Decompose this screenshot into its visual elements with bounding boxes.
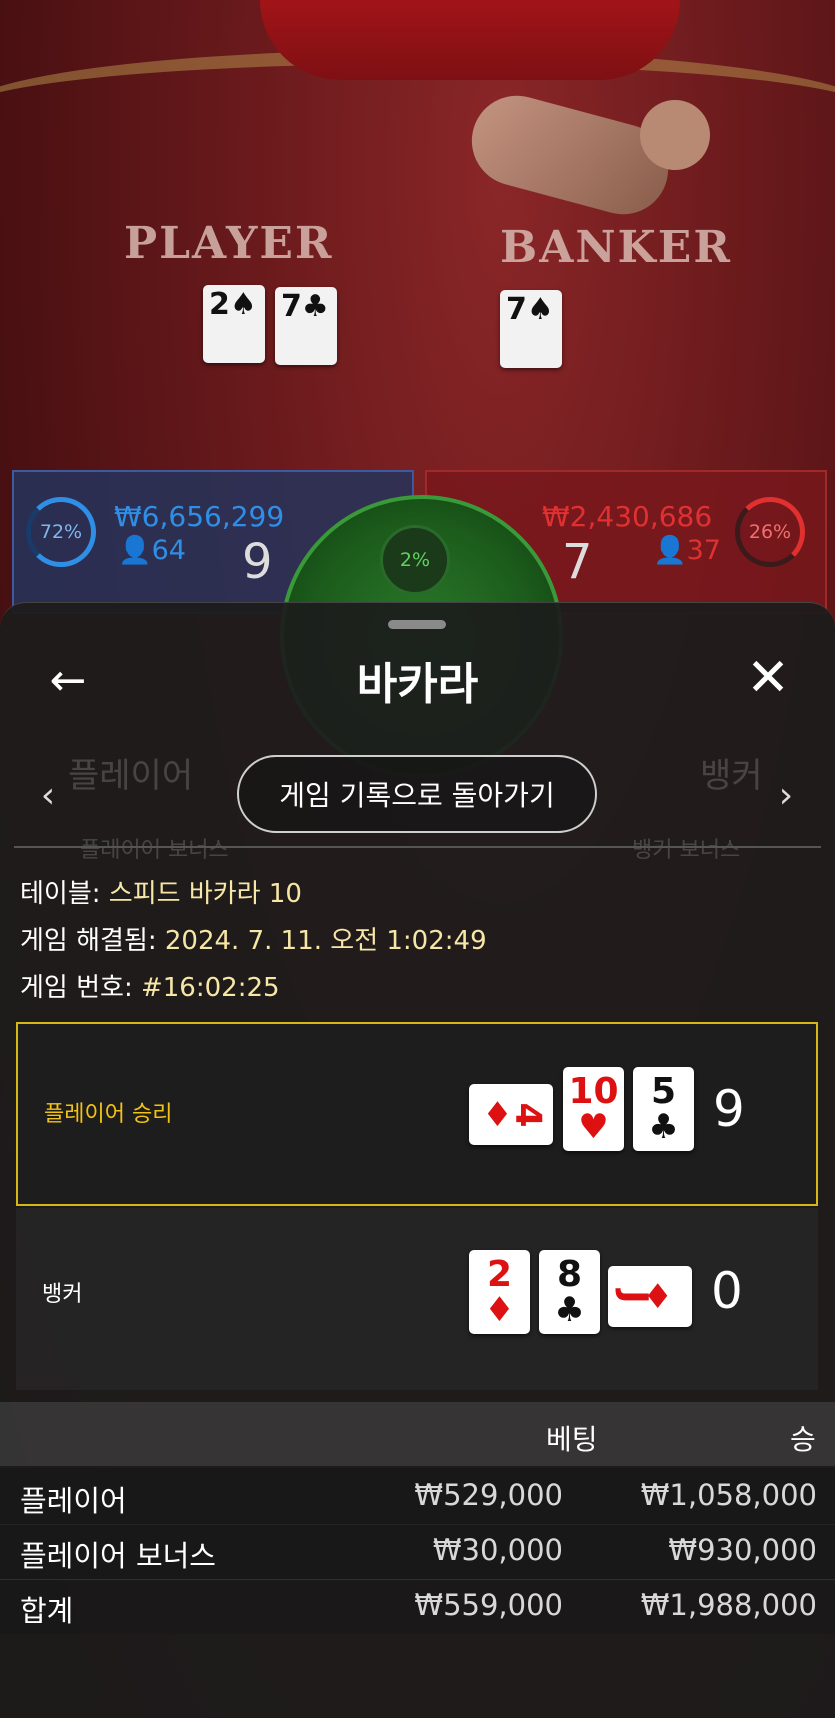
bet-name: 플레이어 보너스 [20, 1539, 216, 1573]
banker-score: 7 [562, 534, 593, 590]
back-to-history-button[interactable]: 게임 기록으로 돌아가기 [237, 755, 597, 833]
banker-label: 뱅커 [42, 1282, 83, 1307]
win-amount: ₩1,988,000 [640, 1588, 817, 1622]
playing-card: J ♦ [608, 1266, 692, 1327]
user-icon: 👤 [653, 535, 687, 566]
bet-amount: ₩559,000 [414, 1588, 563, 1622]
chevron-right-icon[interactable]: › [766, 770, 806, 820]
ghost-banker-tab: 뱅커 [700, 756, 763, 796]
felt-player-label: PLAYER [124, 218, 334, 269]
playing-card: 2 ♦ [469, 1250, 530, 1334]
player-total: 9 [713, 1080, 745, 1138]
sheet-title: 바카라 [356, 659, 479, 710]
tie-percent: 2% [380, 525, 450, 595]
bets-table-header [0, 1402, 835, 1466]
felt-card: 7♣ [275, 287, 337, 365]
player-bettors: 👤64 [118, 535, 186, 566]
table-row: 플레이어 ₩529,000 ₩1,058,000 [0, 1468, 835, 1525]
banker-total-bets: ₩2,430,686 [542, 500, 713, 533]
table-row: 플레이어 보너스 ₩30,000 ₩930,000 [0, 1523, 835, 1580]
user-icon: 👤 [118, 535, 152, 566]
divider [14, 846, 821, 848]
resolved-time: 2024. 7. 11. 오전 1:02:49 [164, 926, 487, 956]
banker-bettors: 👤37 [653, 535, 721, 566]
dealer-hand [640, 100, 710, 170]
playing-card: 8 ♣ [539, 1250, 600, 1334]
bet-name: 플레이어 [20, 1484, 127, 1518]
player-win-label: 플레이어 승리 [44, 1102, 173, 1127]
table-info: 테이블: 스피드 바카라 10 [20, 879, 302, 909]
bet-column-header: 베팅 [546, 1423, 598, 1456]
bet-amount: ₩30,000 [432, 1533, 563, 1567]
felt-card: 7♠ [500, 290, 562, 368]
playing-card: 5 ♣ [633, 1067, 694, 1151]
round-number: #16:02:25 [140, 973, 280, 1003]
player-total-bets: ₩6,656,299 [114, 500, 285, 533]
chevron-left-icon[interactable]: ‹ [28, 770, 68, 820]
table-name: 스피드 바카라 10 [108, 879, 302, 909]
bet-amount: ₩529,000 [414, 1478, 563, 1512]
close-icon[interactable]: ✕ [738, 648, 798, 708]
dealer [260, 0, 680, 80]
player-result-box: 플레이어 승리 ♦ 4 10 ♥ 5 ♣ 9 [16, 1022, 818, 1206]
win-column-header: 승 [790, 1423, 816, 1456]
win-amount: ₩1,058,000 [640, 1478, 817, 1512]
playing-card: ♦ 4 [469, 1084, 553, 1145]
sheet-drag-handle[interactable] [388, 620, 446, 629]
felt-banker-label: BANKER [500, 222, 732, 273]
ghost-player-tab: 플레이어 [68, 756, 194, 796]
playing-card: 10 ♥ [563, 1067, 624, 1151]
round-info: 게임 번호: #16:02:25 [20, 973, 280, 1003]
ghost-player-bonus: 플레이어 보너스 [80, 838, 229, 863]
banker-percent-ring: 26% [735, 497, 805, 567]
win-amount: ₩930,000 [668, 1533, 817, 1567]
player-percent-ring: 72% [26, 497, 96, 567]
resolved-info: 게임 해결됨: 2024. 7. 11. 오전 1:02:49 [20, 926, 487, 956]
bet-name: 합계 [20, 1594, 74, 1628]
table-row: 합계 ₩559,000 ₩1,988,000 [0, 1578, 835, 1634]
ghost-banker-bonus: 뱅커 보너스 [632, 838, 741, 863]
banker-result-box: 뱅커 2 ♦ 8 ♣ J ♦ 0 [16, 1208, 818, 1390]
banker-total: 0 [711, 1262, 743, 1320]
player-score: 9 [242, 534, 273, 590]
felt-card: 2♠ [203, 285, 265, 363]
